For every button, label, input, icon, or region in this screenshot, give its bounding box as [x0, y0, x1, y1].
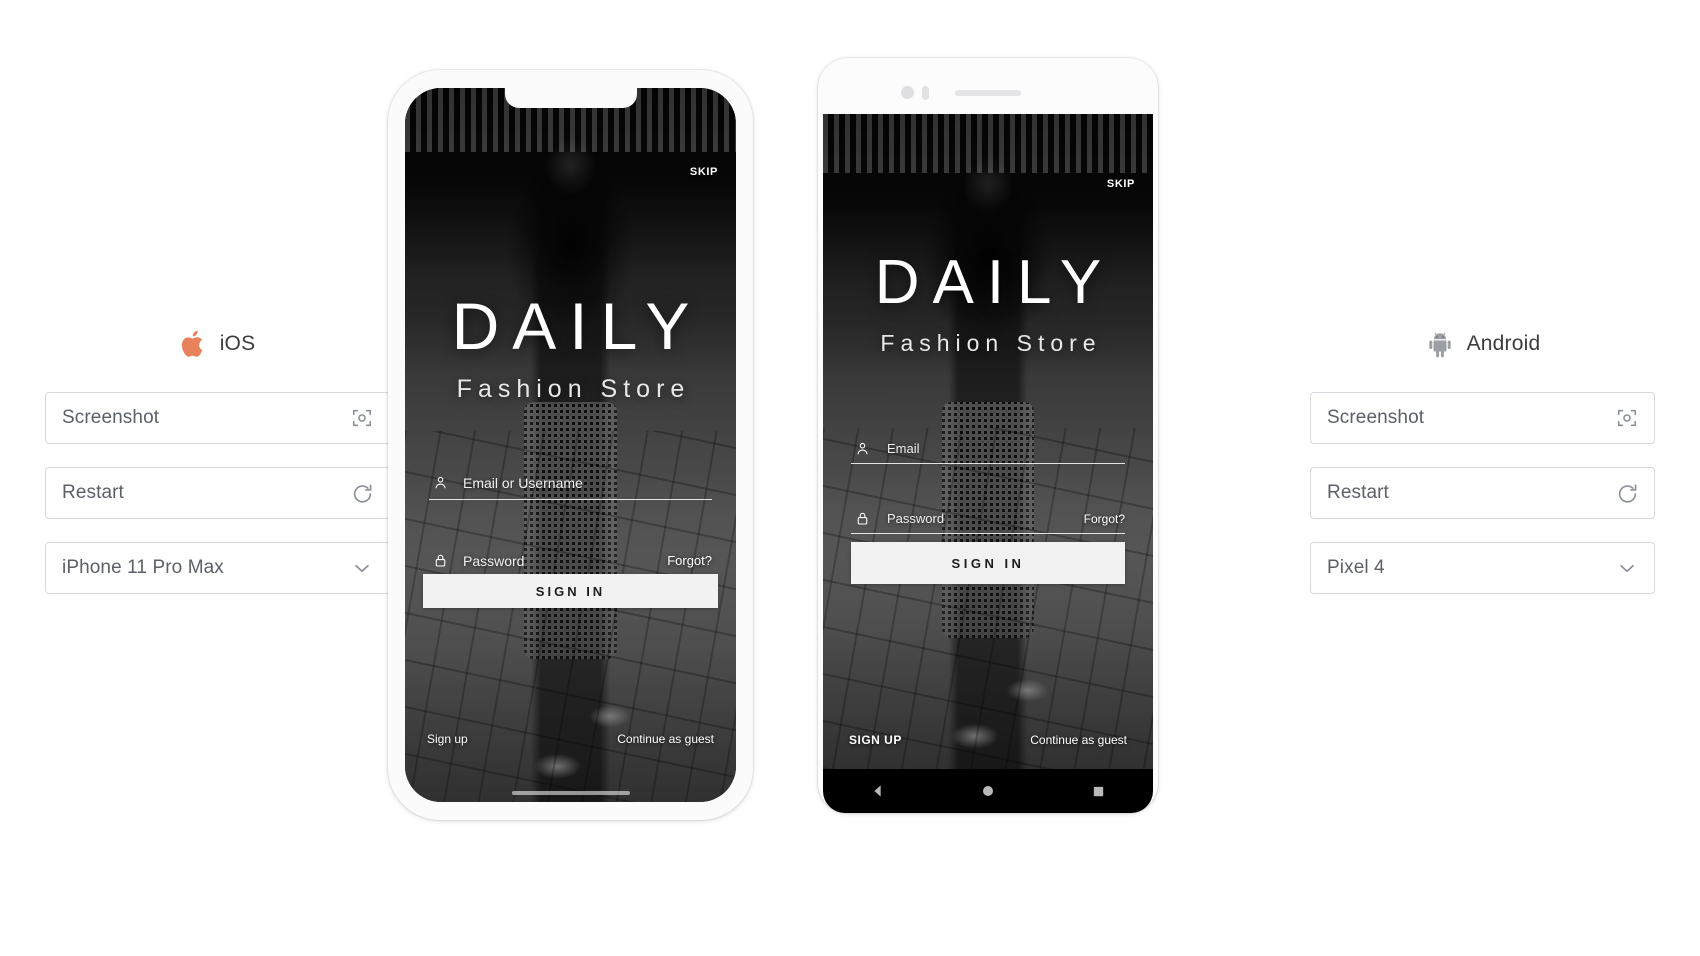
android-forgot-link[interactable]: Forgot?	[1084, 512, 1125, 526]
android-signup-link[interactable]: SIGN UP	[849, 733, 902, 747]
ios-signin-button[interactable]: SIGN IN	[423, 574, 718, 608]
android-robot-logo	[1425, 329, 1455, 359]
iphone-device-frame: SKIP DAILY Fashion Store Email or Userna…	[388, 70, 753, 820]
android-signin-button[interactable]: SIGN IN	[851, 542, 1125, 584]
photo-overlay-scrim	[405, 88, 736, 802]
android-screenshot-button[interactable]: Screenshot	[1310, 392, 1655, 444]
camera-frame-icon	[1615, 406, 1639, 430]
ios-password-field[interactable]: Password Forgot?	[429, 544, 712, 578]
proximity-sensor-icon	[922, 86, 929, 100]
ios-brand-title: DAILY	[451, 289, 703, 363]
front-camera-icon	[901, 86, 914, 99]
android-brand-subtitle: Fashion Store	[880, 330, 1102, 356]
ios-brand-block: DAILY Fashion Store	[405, 293, 736, 404]
android-password-placeholder: Password	[887, 511, 945, 526]
android-control-panel: Android Screenshot Restart Pixel 4	[1310, 322, 1655, 617]
circle-home-icon[interactable]	[971, 774, 1005, 808]
ios-restart-button[interactable]: Restart	[45, 467, 390, 519]
ios-screenshot-button[interactable]: Screenshot	[45, 392, 390, 444]
android-email-field[interactable]: Email	[851, 434, 1125, 464]
apple-logo	[180, 328, 208, 360]
android-app-signin-screen: SKIP DAILY Fashion Store Email Password …	[823, 114, 1153, 769]
ios-email-field[interactable]: Email or Username	[429, 466, 712, 500]
ios-brand-subtitle: Fashion Store	[456, 375, 691, 403]
android-screenshot-label: Screenshot	[1327, 407, 1425, 428]
android-navigation-bar	[823, 769, 1153, 813]
android-device-select[interactable]: Pixel 4	[1310, 542, 1655, 594]
chevron-down-icon[interactable]	[350, 556, 374, 580]
ios-signup-link[interactable]: Sign up	[427, 732, 468, 746]
android-panel-title: Android	[1466, 332, 1541, 355]
ios-forgot-link[interactable]: Forgot?	[667, 553, 712, 568]
android-panel-header: Android	[1310, 322, 1655, 366]
camera-frame-icon	[350, 406, 374, 430]
pixel-device-frame: SKIP DAILY Fashion Store Email Password …	[818, 58, 1158, 813]
ios-continue-as-guest-link[interactable]: Continue as guest	[617, 732, 714, 746]
ios-email-placeholder: Email or Username	[463, 474, 583, 491]
ios-panel-title: iOS	[219, 332, 256, 355]
emulator-comparison-page: iOS Screenshot Restart iPhone 11 Pro Max	[0, 0, 1700, 956]
pixel-top-bezel	[823, 64, 1153, 114]
ios-app-signin-screen: SKIP DAILY Fashion Store Email or Userna…	[405, 88, 736, 802]
ios-device-label: iPhone 11 Pro Max	[62, 557, 224, 578]
android-brand-block: DAILY Fashion Store	[823, 252, 1153, 357]
android-bottom-links: SIGN UP Continue as guest	[823, 733, 1153, 747]
earpiece-speaker	[955, 90, 1021, 96]
refresh-icon	[350, 481, 374, 505]
ios-skip-button[interactable]: SKIP	[690, 166, 718, 178]
chevron-down-icon[interactable]	[1615, 556, 1639, 580]
android-password-field[interactable]: Password Forgot?	[851, 504, 1125, 534]
ios-bottom-links: Sign up Continue as guest	[405, 732, 736, 746]
ios-password-placeholder: Password	[463, 552, 525, 569]
lock-icon	[429, 553, 451, 568]
android-continue-as-guest-link[interactable]: Continue as guest	[1030, 733, 1127, 747]
triangle-back-icon[interactable]	[861, 774, 895, 808]
refresh-icon	[1615, 481, 1639, 505]
ios-screenshot-label: Screenshot	[62, 407, 160, 428]
person-icon	[429, 475, 451, 490]
lock-icon	[851, 511, 873, 526]
ios-device-select[interactable]: iPhone 11 Pro Max	[45, 542, 390, 594]
ios-panel-header: iOS	[45, 322, 390, 366]
ios-restart-label: Restart	[62, 482, 124, 503]
square-recents-icon[interactable]	[1081, 774, 1115, 808]
iphone-home-indicator	[511, 791, 630, 795]
android-restart-label: Restart	[1327, 482, 1389, 503]
iphone-screen[interactable]: SKIP DAILY Fashion Store Email or Userna…	[405, 88, 736, 802]
android-restart-button[interactable]: Restart	[1310, 467, 1655, 519]
android-device-label: Pixel 4	[1327, 557, 1385, 578]
pixel-screen[interactable]: SKIP DAILY Fashion Store Email Password …	[823, 114, 1153, 769]
android-brand-title: DAILY	[874, 248, 1115, 317]
iphone-notch	[504, 88, 637, 108]
person-icon	[851, 441, 873, 456]
ios-control-panel: iOS Screenshot Restart iPhone 11 Pro Max	[45, 322, 390, 617]
android-email-placeholder: Email	[887, 441, 920, 456]
android-skip-button[interactable]: SKIP	[1107, 178, 1135, 190]
